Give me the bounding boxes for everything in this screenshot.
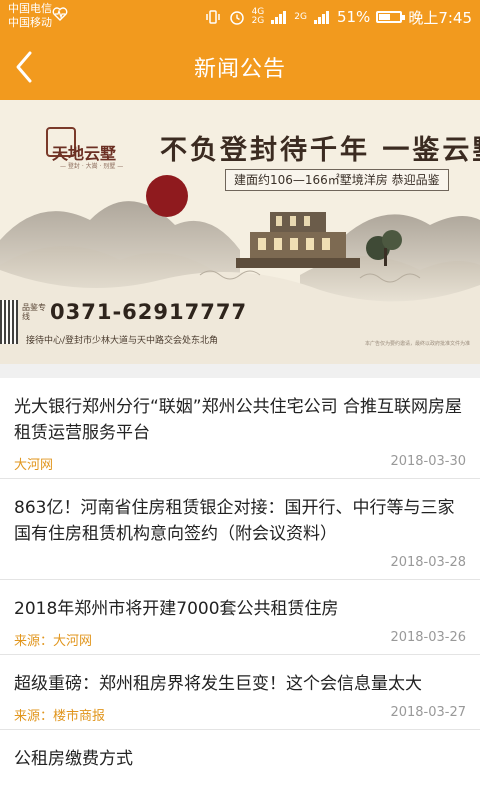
status-bar: 中国电信 中国移动 4G 2G 2G 51% 晚上7:45 bbox=[0, 0, 480, 34]
brand-subtext: — 登封 · 大嵩 · 别墅 — bbox=[60, 163, 124, 170]
red-sun-decoration bbox=[146, 175, 188, 217]
news-date: 2018-03-27 bbox=[390, 705, 466, 720]
news-title: 2018年郑州市将开建7000套公共租赁住房 bbox=[14, 599, 339, 619]
battery-icon bbox=[376, 11, 406, 23]
news-title: 公租房缴费方式 bbox=[14, 749, 133, 769]
phone-label: 品鉴专线 bbox=[22, 303, 46, 321]
alarm-icon bbox=[229, 11, 244, 25]
news-date: 2018-03-28 bbox=[390, 555, 466, 570]
news-source: 来源：楼市商报 bbox=[14, 709, 106, 724]
section-divider bbox=[0, 364, 480, 378]
carrier-1: 中国电信 bbox=[8, 2, 52, 15]
page-title: 新闻公告 bbox=[193, 57, 286, 82]
news-date: 2018-03-26 bbox=[390, 630, 466, 645]
news-title: 超级重磅：郑州租房界将发生巨变！这个会信息量太大 bbox=[14, 674, 422, 694]
carrier-2: 中国移动 bbox=[8, 16, 52, 29]
news-item[interactable]: 光大银行郑州分行“联姻”郑州公共住宅公司 合推互联网房屋租赁运营服务平台 大河网… bbox=[0, 378, 480, 479]
banner-address: 接待中心/登封市少林大道与天中路交会处东北角 bbox=[26, 336, 219, 346]
vibrate-icon bbox=[205, 10, 220, 24]
network-type-2: 2G bbox=[294, 11, 307, 22]
network-type-1: 4G 2G bbox=[251, 7, 265, 26]
promo-banner[interactable]: 天地云墅 — 登封 · 大嵩 · 别墅 — 不负登封待千年 一鉴云墅 建面约10… bbox=[0, 100, 480, 364]
news-list: 光大银行郑州分行“联姻”郑州公共住宅公司 合推互联网房屋租赁运营服务平台 大河网… bbox=[0, 378, 480, 772]
clock: 晚上7:45 bbox=[408, 8, 472, 27]
news-item[interactable]: 超级重磅：郑州租房界将发生巨变！这个会信息量太大 来源：楼市商报 2018-03… bbox=[0, 655, 480, 730]
news-item[interactable]: 863亿！河南省住房租赁银企对接：国开行、中行等与三家国有住房租赁机构意向签约（… bbox=[0, 479, 480, 580]
carrier-labels: 中国电信 中国移动 bbox=[8, 2, 52, 30]
news-title: 863亿！河南省住房租赁银企对接：国开行、中行等与三家国有住房租赁机构意向签约（… bbox=[14, 498, 455, 544]
qr-code-icon bbox=[0, 300, 18, 344]
banner-area-text: 建面约106—166㎡墅境洋房 恭迎品鉴 bbox=[225, 169, 449, 191]
app-header: 新闻公告 bbox=[0, 34, 480, 100]
banner-phone: 0371-62917777 bbox=[50, 300, 248, 324]
news-item[interactable]: 2018年郑州市将开建7000套公共租赁住房 来源：大河网 2018-03-26 bbox=[0, 580, 480, 655]
news-source: 大河网 bbox=[14, 458, 54, 473]
battery-percent: 51% bbox=[336, 8, 371, 26]
news-item[interactable]: 公租房缴费方式 bbox=[0, 730, 480, 772]
news-title: 光大银行郑州分行“联姻”郑州公共住宅公司 合推互联网房屋租赁运营服务平台 bbox=[14, 397, 463, 443]
banner-fineprint: 本广告仅为要约邀请，最终以政府批准文件为准 bbox=[364, 341, 470, 347]
status-icons: 4G 2G 2G 51% 晚上7:45 bbox=[204, 6, 472, 28]
banner-slogan: 不负登封待千年 一鉴云墅 bbox=[160, 135, 480, 166]
signal-icon-2 bbox=[313, 11, 329, 24]
news-source: 来源：大河网 bbox=[14, 634, 93, 649]
signal-icon bbox=[271, 11, 287, 24]
heart-rate-icon bbox=[52, 7, 68, 21]
news-date: 2018-03-30 bbox=[390, 454, 466, 469]
